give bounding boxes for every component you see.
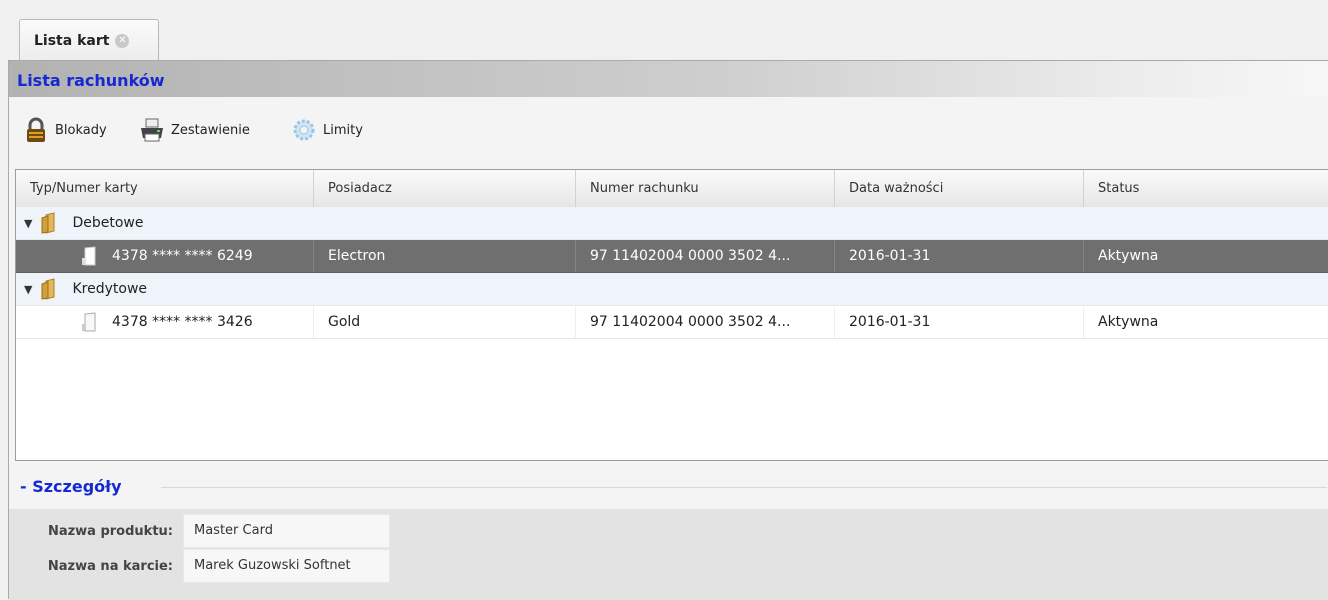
cell-expiry: 2016-01-31 (835, 240, 1084, 272)
tab-lista-kart[interactable]: Lista kart ✕ (19, 19, 159, 61)
column-header-holder[interactable]: Posiadacz (314, 170, 576, 207)
card-name-label: Nazwa na karcie: (47, 558, 173, 574)
card-name-value: Marek Guzowski Softnet (183, 549, 390, 583)
gear-icon (293, 119, 315, 141)
field-row-card-name: Nazwa na karcie: Marek Guzowski Softnet (9, 549, 390, 583)
column-header-expiry[interactable]: Data ważności (835, 170, 1084, 207)
expand-triangle-icon[interactable]: ▼ (24, 217, 32, 230)
group-row-debetowe[interactable]: ▼ Debetowe (16, 207, 1328, 240)
grid-header: Typ/Numer karty Posiadacz Numer rachunku… (16, 170, 1328, 208)
field-row-product: Nazwa produktu: Master Card (9, 514, 390, 548)
cell-status: Aktywna (1098, 314, 1159, 330)
card-group-icon (41, 278, 55, 300)
panel-header: Lista rachunków (9, 61, 1328, 97)
card-icon (82, 246, 96, 266)
cell-card: 4378 **** **** 3426 (16, 306, 314, 338)
cell-account: 97 11402004 0000 3502 4... (576, 240, 835, 272)
zestawienie-button[interactable]: Zestawienie (139, 117, 250, 143)
cards-grid: Typ/Numer karty Posiadacz Numer rachunku… (15, 169, 1328, 461)
cell-holder: Gold (314, 306, 576, 338)
limity-button[interactable]: Limity (291, 117, 363, 143)
card-number: 4378 **** **** 3426 (112, 314, 253, 330)
table-row[interactable]: 4378 **** **** 3426 Gold 97 11402004 000… (16, 306, 1328, 339)
cell-expiry: 2016-01-31 (835, 306, 1084, 338)
cell-account: 97 11402004 0000 3502 4... (576, 306, 835, 338)
group-label: ▼ Debetowe (16, 207, 143, 239)
toolbar: Blokady Zestawienie Limity (9, 97, 1328, 163)
details-form: Nazwa produktu: Master Card Nazwa na kar… (9, 509, 1328, 600)
lock-icon (27, 117, 45, 142)
zestawienie-label: Zestawienie (171, 122, 250, 138)
tab-bar: Lista kart ✕ (0, 0, 1328, 61)
column-header-card[interactable]: Typ/Numer karty (16, 170, 314, 207)
tab-label: Lista kart (34, 32, 110, 49)
column-header-status[interactable]: Status (1084, 170, 1328, 207)
product-name-value: Master Card (183, 514, 390, 548)
group-label: ▼ Kredytowe (16, 273, 147, 305)
group-row-kredytowe[interactable]: ▼ Kredytowe (16, 273, 1328, 306)
product-name-label: Nazwa produktu: (47, 523, 173, 539)
card-group-icon (41, 212, 55, 234)
group-name: Debetowe (72, 215, 144, 231)
details-divider (161, 487, 1327, 488)
cell-holder: Electron (314, 240, 576, 272)
card-icon (82, 312, 96, 332)
details-toggle[interactable]: - Szczegóły (20, 477, 132, 496)
printer-icon (141, 118, 163, 142)
blokady-button[interactable]: Blokady (23, 117, 107, 143)
table-row[interactable]: 4378 **** **** 6249 Electron 97 11402004… (16, 240, 1328, 273)
close-icon[interactable]: ✕ (115, 33, 130, 48)
group-name: Kredytowe (72, 281, 148, 297)
cell-card: 4378 **** **** 6249 (16, 240, 314, 272)
expand-triangle-icon[interactable]: ▼ (24, 283, 32, 296)
limity-label: Limity (323, 122, 363, 138)
accounts-panel: Lista rachunków Blokady Zestawienie Limi… (8, 60, 1328, 600)
cell-status: Aktywna (1098, 248, 1159, 264)
blokady-label: Blokady (55, 122, 107, 138)
card-number: 4378 **** **** 6249 (112, 248, 253, 264)
panel-title: Lista rachunków (17, 71, 165, 90)
column-header-account[interactable]: Numer rachunku (576, 170, 835, 207)
